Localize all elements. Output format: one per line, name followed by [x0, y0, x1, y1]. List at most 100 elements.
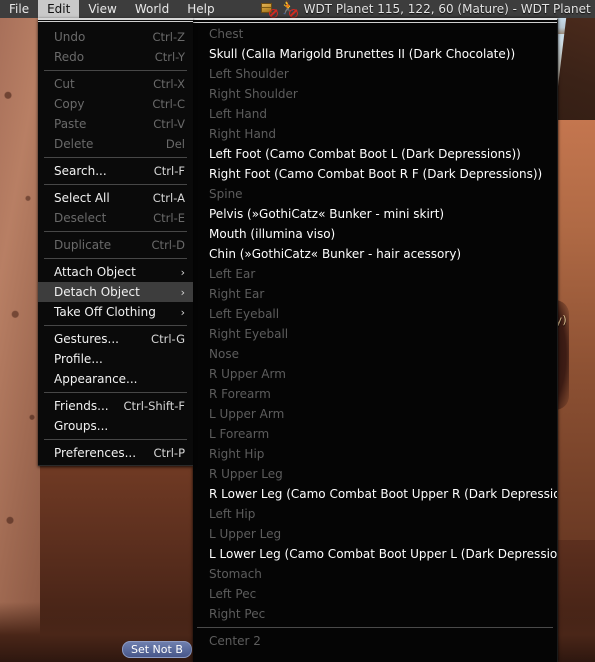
edit-menu-item-undo: Undo Ctrl-Z	[38, 27, 193, 47]
menu-separator	[44, 392, 187, 393]
menu-item-label: Cut	[54, 77, 75, 91]
menu-bar-item-file[interactable]: File	[0, 0, 38, 18]
detach-item-right-shoulder: Right Shoulder	[209, 87, 298, 101]
menu-item-shortcut: Ctrl-V	[153, 117, 185, 131]
detach-item-left-hip: Left Hip	[209, 507, 256, 521]
edit-menu-dropdown[interactable]: Undo Ctrl-Z Redo Ctrl-Y Cut Ctrl-X Copy Ctrl-C P…	[38, 18, 193, 466]
menu-item-label: Groups...	[54, 419, 109, 433]
detach-item-r-upper-arm: R Upper Arm	[209, 367, 286, 381]
detach-item-chest: Chest	[209, 27, 244, 41]
menu-separator	[44, 157, 187, 158]
window-title-group: 🏃 WDT Planet 115, 122, 60 (Mature) - WDT…	[260, 0, 595, 18]
detach-item-right-eyeball: Right Eyeball	[209, 327, 289, 341]
edit-menu-item-attach-object[interactable]: Attach Object ›	[38, 262, 193, 282]
detach-item-l-forearm: L Forearm	[209, 427, 270, 441]
menu-item-label: Friends...	[54, 399, 109, 413]
menu-item-label: Profile...	[54, 352, 103, 366]
chevron-right-icon: ›	[180, 305, 185, 319]
detach-item-left-foot[interactable]: Left Foot (Camo Combat Boot L (Dark Depr…	[193, 144, 557, 164]
edit-menu-item-preferences[interactable]: Preferences... Ctrl-P	[38, 443, 193, 463]
terrain-left-rock	[0, 18, 40, 662]
menu-item-shortcut: Del	[165, 137, 185, 151]
edit-menu-item-take-off-clothing[interactable]: Take Off Clothing ›	[38, 302, 193, 322]
detach-item-right-ear: Right Ear	[209, 287, 265, 301]
menu-item-label: Appearance...	[54, 372, 138, 386]
detach-item-pelvis[interactable]: Pelvis (»GothiCatz« Bunker - mini skirt)	[193, 204, 557, 224]
menu-separator	[44, 231, 187, 232]
menu-bar-items: File Edit View World Help	[0, 0, 224, 18]
detach-item-left-shoulder: Left Shoulder	[209, 67, 289, 81]
menu-item-label: Undo	[54, 30, 86, 44]
chevron-right-icon: ›	[180, 265, 185, 279]
edit-menu-item-cut: Cut Ctrl-X	[38, 74, 193, 94]
menu-item-label: Duplicate	[54, 238, 112, 252]
menu-item-label: Redo	[54, 50, 85, 64]
detach-item-right-pec: Right Pec	[209, 607, 266, 621]
submenu-separator	[197, 627, 553, 628]
edit-menu-items: Undo Ctrl-Z Redo Ctrl-Y Cut Ctrl-X Copy Ctrl-C P…	[38, 27, 193, 463]
menu-item-label: Paste	[54, 117, 87, 131]
menu-item-shortcut: Ctrl-A	[152, 191, 185, 205]
menu-item-shortcut: Ctrl-E	[153, 211, 185, 225]
menu-item-label: Detach Object	[54, 285, 140, 299]
detach-item-chin[interactable]: Chin (»GothiCatz« Bunker - hair acessory…	[193, 244, 557, 264]
edit-menu-item-groups[interactable]: Groups...	[38, 416, 193, 436]
menu-item-shortcut: Ctrl-G	[151, 332, 185, 346]
menu-item-shortcut: Ctrl-P	[153, 446, 185, 460]
detach-item-right-hand: Right Hand	[209, 127, 277, 141]
detach-item-mouth[interactable]: Mouth (illumina viso)	[193, 224, 557, 244]
detach-item-nose: Nose	[209, 347, 239, 361]
run-blocked-icon: 🏃	[279, 0, 298, 18]
edit-menu-item-appearance[interactable]: Appearance...	[38, 369, 193, 389]
menu-bar-item-view[interactable]: View	[79, 0, 125, 18]
edit-menu-item-detach-object[interactable]: Detach Object ›	[38, 282, 193, 302]
detach-item-l-upper-arm: L Upper Arm	[209, 407, 285, 421]
menu-item-label: Preferences...	[54, 446, 137, 460]
detach-item-left-eyeball: Left Eyeball	[209, 307, 280, 321]
detach-item-l-lower-leg[interactable]: L Lower Leg (Camo Combat Boot Upper L (D…	[193, 544, 557, 564]
detach-item-r-forearm: R Forearm	[209, 387, 271, 401]
menu-bar-item-world[interactable]: World	[126, 0, 178, 18]
edit-menu-item-search[interactable]: Search... Ctrl-F	[38, 161, 193, 181]
menu-item-shortcut: Ctrl-Y	[154, 50, 185, 64]
detach-item-skull[interactable]: Skull (Calla Marigold Brunettes II (Dark…	[193, 44, 557, 64]
detach-item-center-2: Center 2	[209, 634, 261, 648]
detach-item-spine: Spine	[209, 187, 243, 201]
detach-item-l-upper-leg: L Upper Leg	[209, 527, 282, 541]
menu-bar-item-help[interactable]: Help	[178, 0, 223, 18]
menu-item-shortcut: Ctrl-Z	[152, 30, 186, 44]
menu-item-shortcut: Ctrl-X	[153, 77, 185, 91]
menu-item-label: Copy	[54, 97, 85, 111]
edit-menu-item-gestures[interactable]: Gestures... Ctrl-G	[38, 329, 193, 349]
window-title: WDT Planet 115, 122, 60 (Mature) - WDT P…	[303, 2, 595, 16]
menu-item-label: Attach Object	[54, 265, 136, 279]
set-not-busy-button[interactable]: Set Not B	[122, 641, 192, 658]
menu-item-label: Delete	[54, 137, 94, 151]
edit-menu-item-profile[interactable]: Profile...	[38, 349, 193, 369]
edit-menu-item-select-all[interactable]: Select All Ctrl-A	[38, 188, 193, 208]
menu-separator	[44, 184, 187, 185]
detach-item-r-upper-leg: R Upper Leg	[209, 467, 283, 481]
menu-separator	[44, 439, 187, 440]
edit-menu-item-deselect: Deselect Ctrl-E	[38, 208, 193, 228]
detach-item-left-hand: Left Hand	[209, 107, 267, 121]
chevron-right-icon: ›	[180, 285, 185, 299]
box-blocked-icon	[260, 2, 278, 18]
menu-item-shortcut: Ctrl-C	[152, 97, 185, 111]
edit-menu-top-rule	[38, 21, 193, 24]
menu-item-label: Take Off Clothing	[54, 305, 156, 319]
edit-menu-item-copy: Copy Ctrl-C	[38, 94, 193, 114]
menu-item-label: Deselect	[54, 211, 107, 225]
menu-separator	[44, 325, 187, 326]
menu-bar-item-edit[interactable]: Edit	[38, 0, 80, 18]
edit-menu-item-friends[interactable]: Friends... Ctrl-Shift-F	[38, 396, 193, 416]
menu-item-label: Select All	[54, 191, 110, 205]
menu-item-shortcut: Ctrl-F	[153, 164, 185, 178]
detach-item-right-foot[interactable]: Right Foot (Camo Combat Boot R F (Dark D…	[193, 164, 557, 184]
detach-item-r-lower-leg[interactable]: R Lower Leg (Camo Combat Boot Upper R (D…	[193, 484, 557, 504]
detach-object-submenu[interactable]: Chest Skull (Calla Marigold Brunettes II …	[193, 18, 558, 662]
menu-separator	[44, 258, 187, 259]
menu-item-shortcut: Ctrl-D	[151, 238, 185, 252]
menu-separator	[44, 70, 187, 71]
detach-item-right-hip: Right Hip	[209, 447, 265, 461]
